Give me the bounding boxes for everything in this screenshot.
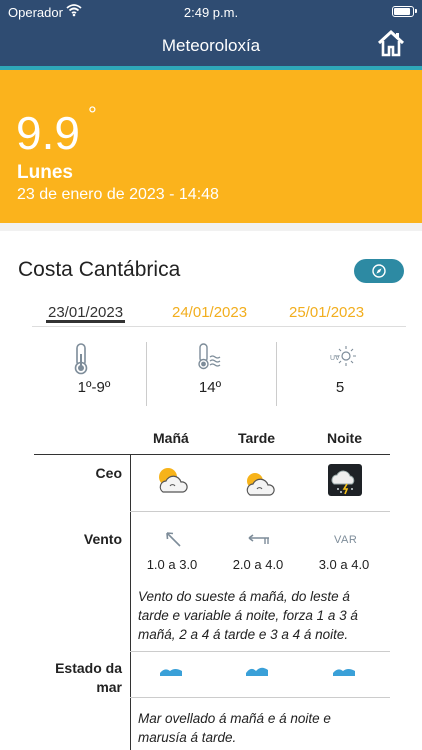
column-header-morning: Mañá [153, 430, 189, 446]
temperature-range: 1º-9º [77, 379, 111, 396]
row-separator [130, 697, 390, 698]
summary-separator [276, 342, 277, 406]
sea-temperature-cell: 14º [148, 342, 272, 406]
tab-date-3[interactable]: 25/01/2023 [289, 304, 364, 321]
current-temperature: 9.9 [16, 107, 80, 159]
column-header-night: Noite [327, 430, 362, 446]
battery-icon [392, 6, 417, 17]
row-label-sea-state-line1: Estado da [55, 660, 122, 676]
sea-wave-icon [333, 664, 355, 682]
row-label-sky: Ceo [95, 465, 122, 481]
current-datetime: 23 de enero de 2023 - 14:48 [17, 186, 219, 203]
nav-title: Meteoroloxía [161, 36, 261, 55]
sea-state-description: Mar ovellado á mañá e á noite e marusía … [138, 711, 331, 745]
table-label-rule [130, 454, 131, 750]
tab-date-2[interactable]: 24/01/2023 [172, 304, 247, 321]
table-header-rule [34, 454, 390, 455]
night-storm-icon [328, 464, 362, 501]
sea-wave-icon [160, 664, 182, 682]
uv-index-cell: UV 5 [278, 342, 402, 406]
home-icon[interactable] [376, 28, 406, 58]
wind-speed-morning: 1.0 a 3.0 [146, 557, 198, 572]
temperature-range-cell: 1º-9º [32, 342, 156, 406]
current-conditions: 9.9 ° Lunes 23 de enero de 2023 - 14:48 [0, 70, 422, 223]
column-header-afternoon: Tarde [238, 430, 276, 446]
partly-cloudy-icon [242, 468, 278, 505]
wind-speed-night: 3.0 a 4.0 [318, 557, 370, 572]
wind-speed-afternoon: 2.0 a 4.0 [232, 557, 284, 572]
section-divider [0, 223, 422, 231]
date-tabs: 23/01/2023 24/01/2023 25/01/2023 [32, 304, 406, 327]
wind-variable-label: VAR [334, 534, 358, 546]
status-bar: Operador 2:49 p.m. [0, 0, 422, 26]
wind-description: Vento do sueste á mañá, do leste á tarde… [138, 589, 358, 642]
row-label-sea-state-line2: mar [96, 679, 122, 695]
degree-symbol: ° [88, 102, 97, 127]
row-separator [130, 651, 390, 652]
summary-separator [146, 342, 147, 406]
wind-direction-arrow-icon [163, 529, 183, 554]
nav-bar: Meteoroloxía [0, 26, 422, 66]
sea-wave-icon [246, 664, 268, 682]
row-label-sea-state: Estado da mar [30, 659, 122, 697]
status-time: 2:49 p.m. [183, 5, 239, 20]
sea-temperature-icon [148, 342, 272, 376]
thermometer-icon [32, 342, 156, 376]
partly-cloudy-icon [154, 464, 192, 503]
tab-date-1[interactable]: 23/01/2023 [45, 304, 126, 323]
compass-button[interactable] [354, 259, 404, 283]
sea-temperature: 14º [198, 379, 222, 396]
wind-direction-arrow-icon [245, 533, 271, 551]
compass-icon [372, 264, 386, 278]
region-title: Costa Cantábrica [18, 258, 181, 281]
uv-index: 5 [335, 379, 345, 396]
current-day: Lunes [17, 162, 73, 183]
uv-sun-icon: UV [278, 342, 402, 376]
row-label-wind: Vento [83, 531, 122, 547]
row-separator [130, 511, 390, 512]
daily-summary: 1º-9º 14º UV 5 [32, 342, 406, 406]
